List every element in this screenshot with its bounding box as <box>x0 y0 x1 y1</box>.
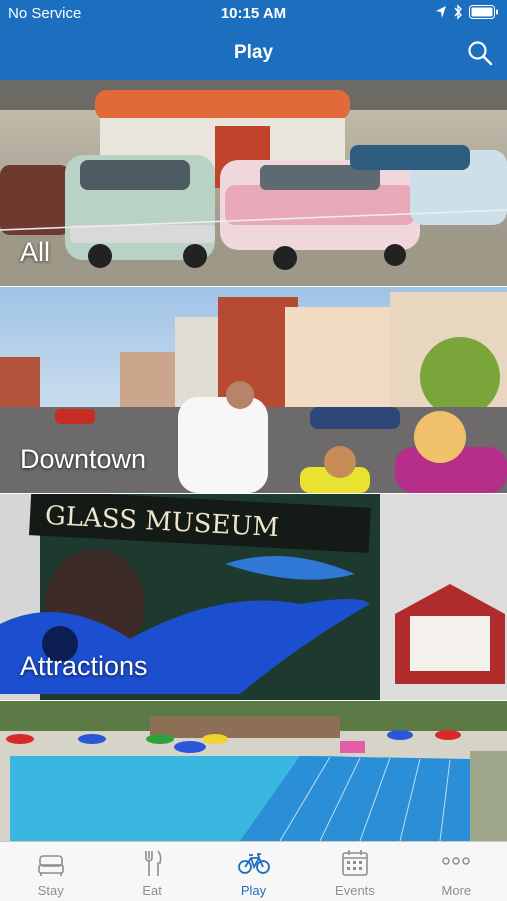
status-icons <box>435 4 499 20</box>
tab-eat[interactable]: Eat <box>101 842 202 901</box>
tab-bar: Stay Eat Play Events More <box>0 841 507 901</box>
bed-icon <box>37 855 64 876</box>
tile-photo-pool <box>0 701 507 841</box>
tab-label: Stay <box>37 883 64 898</box>
page-title: Play <box>233 42 274 63</box>
nav-bar: Play <box>0 28 507 80</box>
battery-icon <box>469 5 498 19</box>
calendar-icon <box>342 850 368 876</box>
tab-play[interactable]: Play <box>203 842 304 901</box>
tab-label: More <box>441 883 472 898</box>
status-bar: No Service 10:15 AM <box>0 0 507 28</box>
tab-events[interactable]: Events <box>304 842 405 901</box>
tile-label: All <box>20 237 51 267</box>
tab-label: Events <box>335 883 375 898</box>
clock: 10:15 AM <box>220 5 287 22</box>
ellipsis-icon <box>442 857 471 865</box>
tab-label: Eat <box>142 883 162 898</box>
location-icon <box>436 6 446 18</box>
tab-more[interactable]: More <box>406 842 507 901</box>
tile-label: Attractions <box>20 651 148 681</box>
category-tile-pool[interactable] <box>0 701 507 841</box>
tab-stay[interactable]: Stay <box>0 842 101 901</box>
category-tile-all[interactable]: All <box>0 80 507 286</box>
bicycle-icon <box>237 853 270 874</box>
category-tile-downtown[interactable]: Downtown <box>0 287 507 493</box>
category-tile-attractions[interactable]: GLASS MUSEUM Attractions <box>0 494 507 700</box>
bluetooth-icon <box>454 4 462 20</box>
tab-label: Play <box>240 883 267 898</box>
tile-label: Downtown <box>20 444 147 474</box>
tile-photo-cars <box>0 80 507 286</box>
fork-knife-icon <box>145 850 162 876</box>
search-icon[interactable] <box>467 40 493 66</box>
